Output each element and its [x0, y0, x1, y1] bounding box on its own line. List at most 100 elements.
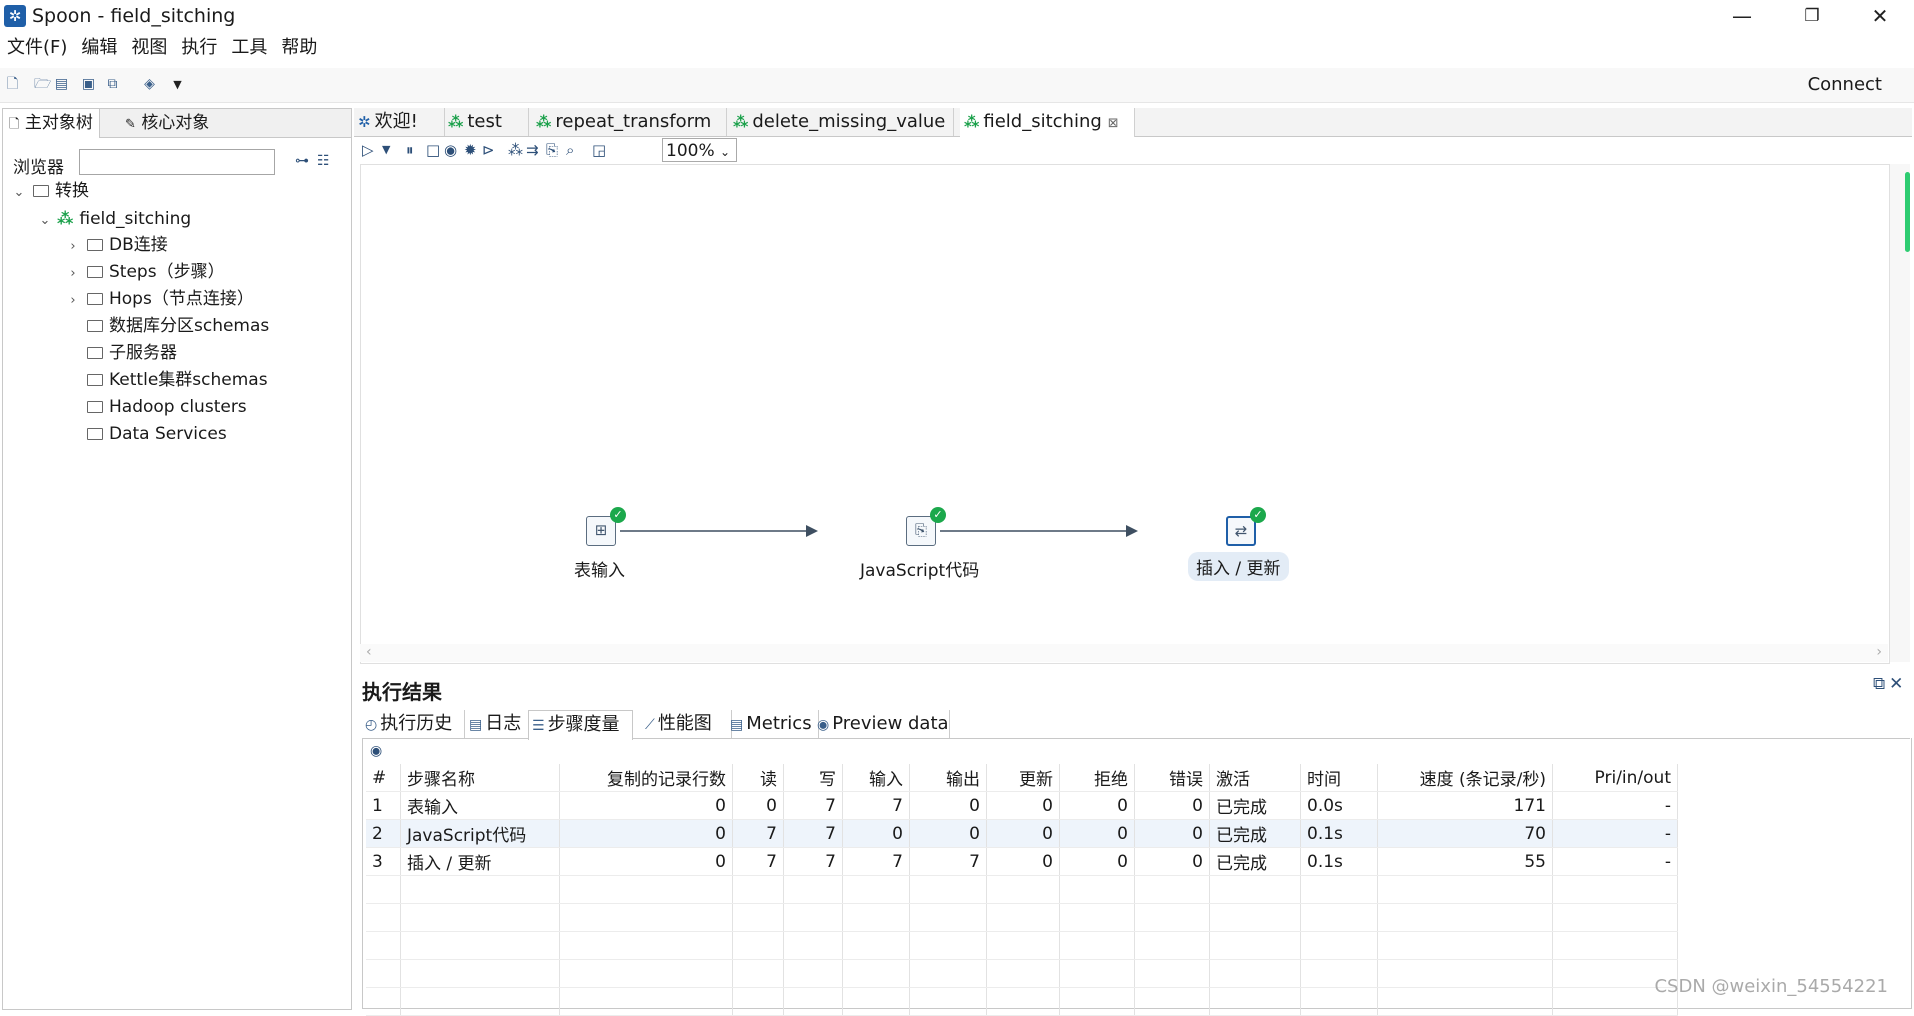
table-cell: 1: [366, 791, 401, 820]
table-cell: 0: [559, 847, 733, 876]
canvas-horizontal-scrollbar[interactable]: ‹ ›: [360, 644, 1888, 662]
table-cell: 0: [732, 791, 784, 820]
table-cell: JavaScript代码: [400, 819, 560, 848]
table-cell: 0: [1059, 819, 1135, 848]
table-cell: 0: [986, 847, 1060, 876]
empty-cell: [783, 931, 843, 960]
table-cell: 0: [559, 791, 733, 820]
empty-cell: [842, 987, 910, 1016]
table-row[interactable]: 1 表输入 0 0 7 7 0 0 0 0 已完成 0.0s 171-: [366, 791, 1678, 820]
empty-cell: [986, 987, 1060, 1016]
empty-cell: [1377, 931, 1553, 960]
empty-cell: [732, 875, 784, 904]
empty-cell: [842, 959, 910, 988]
table-cell: 0: [1134, 847, 1210, 876]
empty-cell: [842, 931, 910, 960]
table-cell: 7: [909, 847, 987, 876]
results-tabs: ◴ 执行历史 ▤ 日志 ☰ 步骤度量 ⟋ 性能图 ▤ Metrics ◉ Preview d…: [362, 710, 1910, 740]
column-header[interactable]: #: [366, 764, 401, 792]
empty-cell: [400, 903, 560, 932]
tab-metrics[interactable]: ▤ Metrics: [727, 710, 819, 738]
scroll-left-icon[interactable]: ‹: [366, 644, 372, 660]
empty-cell: [366, 875, 401, 904]
table-cell: 0.1s: [1300, 847, 1378, 876]
empty-cell: [1377, 875, 1553, 904]
metrics-list-icon: ☰: [532, 718, 545, 734]
tab-exec-history[interactable]: ◴ 执行历史: [362, 710, 465, 738]
empty-cell: [732, 903, 784, 932]
table-cell: 7: [842, 791, 910, 820]
empty-cell: [909, 959, 987, 988]
hop-1-arrow-icon: [806, 525, 818, 537]
table-cell: 已完成: [1209, 791, 1301, 820]
scroll-right-icon[interactable]: ›: [1876, 644, 1882, 660]
column-header[interactable]: 拒绝: [1059, 764, 1135, 792]
column-header[interactable]: 速度 (条记录/秒): [1377, 764, 1553, 792]
table-cell: 3: [366, 847, 401, 876]
step-label-selected: 插入 / 更新: [1188, 552, 1289, 581]
empty-cell: [732, 959, 784, 988]
table-cell: 171: [1377, 791, 1553, 820]
empty-cell: [1134, 959, 1210, 988]
eye-icon[interactable]: ◉: [370, 743, 382, 759]
empty-cell: [366, 931, 401, 960]
table-cell: 0.0s: [1300, 791, 1378, 820]
empty-row: [366, 903, 1678, 932]
empty-cell: [1300, 875, 1378, 904]
table-cell: 2: [366, 819, 401, 848]
column-header[interactable]: 时间: [1300, 764, 1378, 792]
empty-cell: [842, 875, 910, 904]
empty-cell: [1209, 875, 1301, 904]
table-row[interactable]: 3 插入 / 更新 0 7 7 7 7 0 0 0 已完成 0.1s 55-: [366, 847, 1678, 876]
empty-cell: [1209, 987, 1301, 1016]
column-header[interactable]: 读: [732, 764, 784, 792]
empty-cell: [909, 987, 987, 1016]
column-header[interactable]: 步骤名称: [400, 764, 560, 792]
empty-cell: [783, 903, 843, 932]
column-header[interactable]: 复制的记录行数: [559, 764, 733, 792]
table-cell: 0: [1059, 847, 1135, 876]
column-header[interactable]: 输入: [842, 764, 910, 792]
check-icon: ✓: [1250, 507, 1266, 523]
empty-cell: [1300, 959, 1378, 988]
column-header[interactable]: 写: [783, 764, 843, 792]
popout-icon[interactable]: ⧉: [1873, 674, 1885, 694]
column-header[interactable]: Pri/in/out: [1552, 764, 1678, 792]
empty-cell: [1134, 903, 1210, 932]
table-cell: 55: [1377, 847, 1553, 876]
close-results-icon[interactable]: ✕: [1889, 674, 1903, 694]
tab-step-metrics[interactable]: ☰ 步骤度量: [528, 710, 633, 740]
empty-cell: [1552, 875, 1678, 904]
empty-cell: [1134, 875, 1210, 904]
tab-log[interactable]: ▤ 日志: [466, 710, 530, 738]
empty-cell: [366, 903, 401, 932]
empty-cell: [1377, 903, 1553, 932]
chart-icon: ⟋: [645, 717, 655, 733]
empty-cell: [783, 875, 843, 904]
empty-cell: [1059, 875, 1135, 904]
empty-cell: [909, 903, 987, 932]
column-header[interactable]: 激活: [1209, 764, 1301, 792]
table-cell: 已完成: [1209, 819, 1301, 848]
table-row[interactable]: 2 JavaScript代码 0 7 7 0 0 0 0 0 已完成 0.1s 70-: [366, 819, 1678, 848]
empty-cell: [783, 959, 843, 988]
column-header[interactable]: 错误: [1134, 764, 1210, 792]
empty-cell: [1552, 931, 1678, 960]
preview-icon: ◉: [817, 717, 830, 733]
results-window-controls: ⧉ ✕: [1873, 674, 1903, 694]
empty-cell: [783, 987, 843, 1016]
column-header[interactable]: 输出: [909, 764, 987, 792]
scroll-thumb[interactable]: [1905, 172, 1910, 252]
tab-preview-data[interactable]: ◉ Preview data: [814, 710, 950, 738]
table-cell: 0.1s: [1300, 819, 1378, 848]
empty-row: [366, 931, 1678, 960]
empty-cell: [400, 987, 560, 1016]
metrics-icon: ▤: [730, 717, 744, 733]
check-icon: ✓: [930, 507, 946, 523]
table-cell: 7: [842, 847, 910, 876]
table-cell: 7: [732, 819, 784, 848]
empty-cell: [559, 987, 733, 1016]
tab-performance-graph[interactable]: ⟋ 性能图: [642, 710, 732, 738]
table-cell: 7: [783, 791, 843, 820]
column-header[interactable]: 更新: [986, 764, 1060, 792]
